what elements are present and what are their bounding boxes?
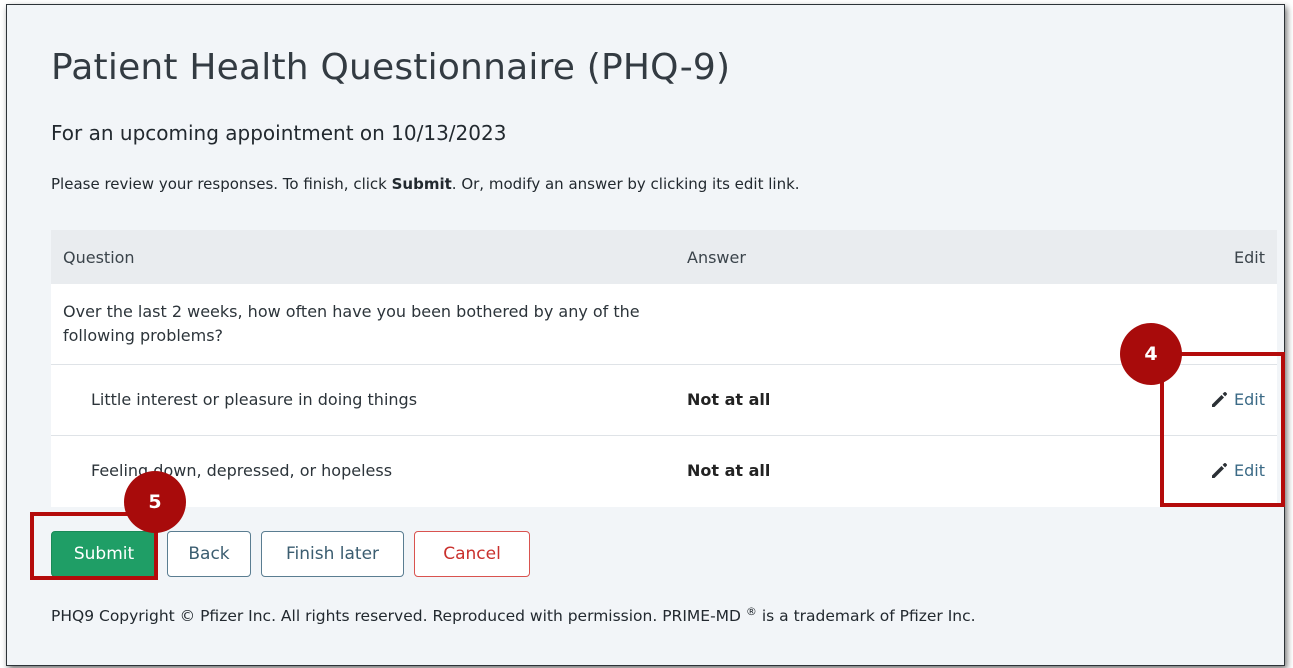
step-5-marker: 5 (124, 471, 186, 533)
registered-mark: ® (745, 605, 757, 618)
instructions-submit-bold: Submit (391, 175, 452, 193)
review-instructions: Please review your responses. To finish,… (51, 175, 800, 193)
back-button[interactable]: Back (167, 531, 251, 577)
step-4-marker: 4 (1120, 323, 1182, 385)
question-intro: Over the last 2 weeks, how often have yo… (63, 302, 640, 345)
page-title: Patient Health Questionnaire (PHQ-9) (51, 47, 731, 88)
answer-value: Not at all (687, 390, 771, 409)
cancel-button[interactable]: Cancel (414, 531, 530, 577)
copyright-text: PHQ9 Copyright © Pfizer Inc. All rights … (51, 607, 746, 626)
answer-value: Not at all (687, 461, 771, 480)
header-edit: Edit (1234, 248, 1265, 267)
edit-links-highlight (1160, 352, 1285, 507)
questionnaire-panel: Patient Health Questionnaire (PHQ-9) For… (6, 4, 1285, 666)
responses-table: Question Answer Edit Over the last 2 wee… (51, 230, 1277, 507)
question-text: Little interest or pleasure in doing thi… (91, 390, 418, 409)
appointment-subtitle: For an upcoming appointment on 10/13/202… (51, 121, 507, 145)
finish-later-button[interactable]: Finish later (261, 531, 404, 577)
table-header: Question Answer Edit (51, 230, 1277, 284)
table-row: Feeling down, depressed, or hopeless Not… (51, 436, 1277, 507)
header-answer: Answer (687, 248, 746, 267)
instructions-text-end: . Or, modify an answer by clicking its e… (451, 175, 800, 193)
instructions-text-start: Please review your responses. To finish,… (51, 175, 392, 193)
table-row: Little interest or pleasure in doing thi… (51, 365, 1277, 436)
copyright-text-end: is a trademark of Pfizer Inc. (756, 607, 976, 626)
copyright-notice: PHQ9 Copyright © Pfizer Inc. All rights … (51, 605, 976, 625)
question-intro-row: Over the last 2 weeks, how often have yo… (51, 284, 1277, 365)
header-question: Question (63, 248, 135, 267)
